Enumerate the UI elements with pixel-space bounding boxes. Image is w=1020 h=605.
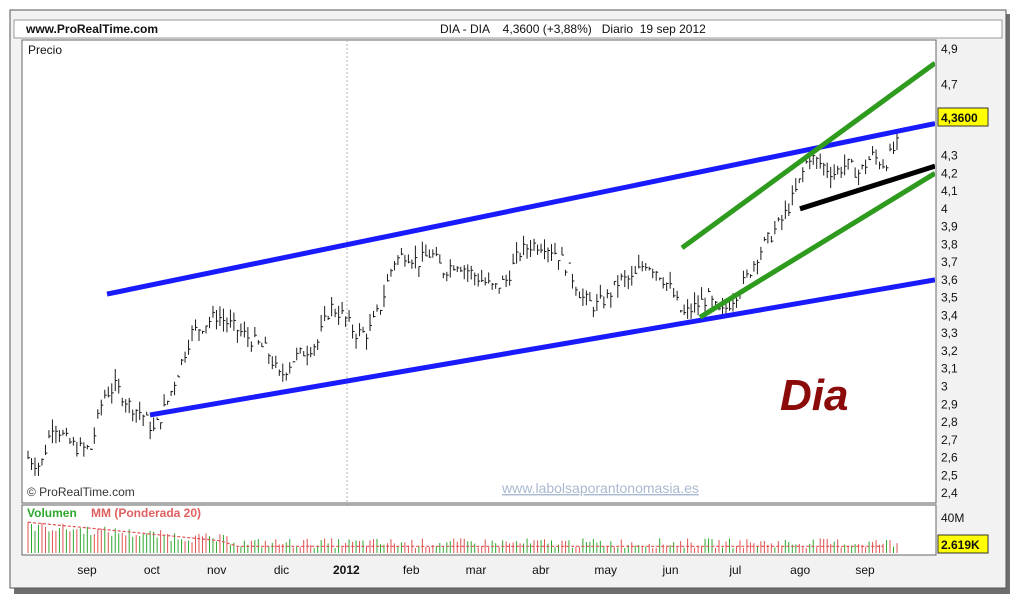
x-tick-label: feb: [403, 563, 420, 577]
quote-label: DIA - DIA 4,3600 (+3,88%) Diario 19 sep …: [440, 22, 706, 36]
x-tick-label: sep: [855, 563, 875, 577]
y-tick-label: 2,6: [941, 451, 958, 465]
x-tick-label: 2012: [333, 563, 360, 577]
volume-tick-40m: 40M: [941, 511, 964, 525]
y-tick-label: 3,5: [941, 291, 958, 305]
price-panel-label: Precio: [28, 43, 62, 57]
y-tick-label: 2,5: [941, 468, 958, 482]
x-tick-label: abr: [532, 563, 549, 577]
y-tick-label: 3,7: [941, 255, 958, 269]
price-panel: [21, 39, 937, 504]
y-tick-label: 4,1: [941, 184, 958, 198]
x-tick-label: ago: [790, 563, 810, 577]
mm-label: MM (Ponderada 20): [91, 506, 201, 520]
y-tick-label: 3: [941, 380, 948, 394]
y-tick-label: 4,7: [941, 77, 958, 91]
y-tick-label: 3,6: [941, 273, 958, 287]
x-tick-label: oct: [144, 563, 161, 577]
y-tick-label: 2,8: [941, 415, 958, 429]
chart-svg: www.ProRealTime.com DIA - DIA 4,3600 (+3…: [9, 9, 1010, 594]
y-tick-label: 3,3: [941, 326, 958, 340]
y-tick-label: 4,2: [941, 166, 958, 180]
y-tick-label: 4,3: [941, 149, 958, 163]
last-volume-text: 2.619K: [941, 538, 980, 552]
y-tick-label: 3,1: [941, 362, 958, 376]
y-tick-label: 3,8: [941, 237, 958, 251]
copyright-watermark: © ProRealTime.com: [27, 485, 135, 499]
volume-label: Volumen: [27, 506, 77, 520]
x-tick-label: sep: [77, 563, 97, 577]
x-tick-label: jun: [661, 563, 678, 577]
annotation-title: Dia: [780, 371, 848, 420]
chart-window: www.ProRealTime.com DIA - DIA 4,3600 (+3…: [0, 0, 1020, 600]
y-tick-label: 2,4: [941, 486, 958, 500]
y-tick-label: 3,2: [941, 344, 958, 358]
y-tick-label: 4,9: [941, 42, 958, 56]
site-label: www.ProRealTime.com: [25, 22, 158, 36]
x-tick-label: may: [594, 563, 617, 577]
url-watermark: www.labolsaporantonomasia.es: [501, 480, 699, 496]
x-tick-label: nov: [207, 563, 226, 577]
y-tick-label: 3,9: [941, 220, 958, 234]
y-tick-label: 4: [941, 202, 948, 216]
last-price-text: 4,3600: [941, 111, 978, 125]
y-tick-label: 3,4: [941, 308, 958, 322]
x-tick-label: dic: [274, 563, 289, 577]
x-tick-label: mar: [466, 563, 487, 577]
y-tick-label: 2,9: [941, 397, 958, 411]
x-tick-label: jul: [728, 563, 741, 577]
y-tick-label: 2,7: [941, 433, 958, 447]
